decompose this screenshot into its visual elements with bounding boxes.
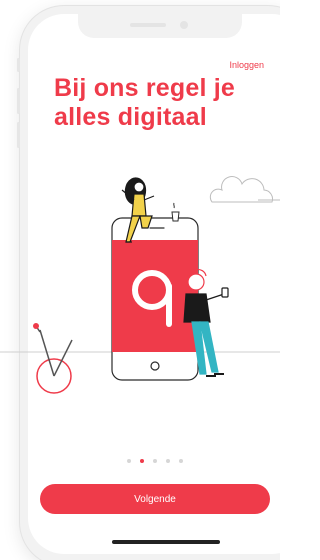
coffee-cup-icon bbox=[171, 202, 180, 222]
pager-dot[interactable] bbox=[153, 459, 157, 463]
speaker-grille bbox=[130, 23, 166, 27]
side-button-volume-down bbox=[17, 122, 20, 148]
pager-dot-active[interactable] bbox=[140, 459, 144, 463]
page-indicator bbox=[0, 459, 280, 467]
pager-dot[interactable] bbox=[127, 459, 131, 463]
app-screen: Inloggen Bij ons regel je alles digitaal bbox=[0, 0, 280, 560]
bicycle-icon bbox=[33, 323, 73, 394]
next-button[interactable]: Volgende bbox=[40, 484, 270, 514]
home-indicator bbox=[112, 540, 220, 544]
cloud-icon bbox=[209, 176, 273, 203]
onboarding-illustration bbox=[0, 176, 280, 394]
side-button-mute bbox=[17, 58, 20, 72]
pager-dot[interactable] bbox=[166, 459, 170, 463]
pager-dot[interactable] bbox=[179, 459, 183, 463]
side-button-volume-up bbox=[17, 88, 20, 114]
front-camera bbox=[180, 21, 188, 29]
onboarding-headline: Bij ons regel je alles digitaal bbox=[54, 74, 236, 131]
login-link[interactable]: Inloggen bbox=[229, 60, 264, 70]
